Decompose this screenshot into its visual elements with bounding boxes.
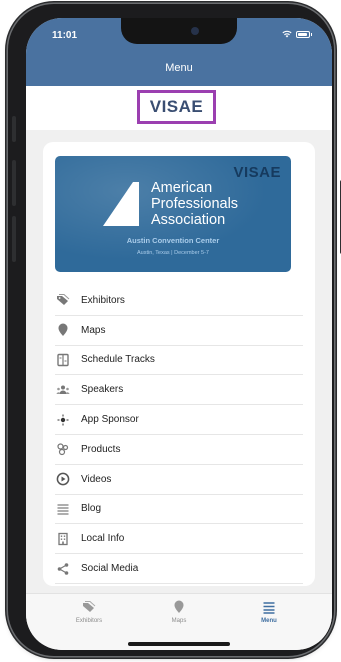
share-icon (55, 562, 71, 576)
page-title: Menu (165, 62, 193, 74)
silent-switch (12, 116, 16, 142)
tab-menu[interactable]: Menu (234, 600, 304, 624)
event-banner[interactable]: VISAE American Professionals Association… (55, 156, 291, 272)
tag-icon (55, 293, 71, 307)
tag-icon (54, 600, 124, 616)
battery-icon (296, 30, 312, 38)
menu-item-speakers[interactable]: Speakers (55, 375, 303, 406)
phone-frame: 11:01 Menu VISAE VISAE American Professi… (8, 4, 341, 656)
tab-exhibitors[interactable]: Exhibitors (54, 600, 124, 624)
menu-item-schedule-tracks[interactable]: Schedule Tracks (55, 346, 303, 376)
building-icon (55, 532, 71, 546)
tab-label: Maps (171, 618, 187, 624)
menu-item-local-info[interactable]: Local Info (55, 524, 303, 555)
menu-item-label: App Sponsor (81, 414, 139, 426)
tab-bar: Exhibitors Maps Menu (26, 593, 332, 650)
banner-org-name: American Professionals Association (151, 180, 239, 228)
header-bar: 11:01 Menu (26, 18, 332, 86)
menu-card: VISAE American Professionals Association… (43, 142, 315, 586)
menu-item-label: Blog (81, 503, 102, 515)
association-logo-mark (103, 182, 139, 226)
menu-item-label: Exhibitors (81, 294, 125, 306)
menu-list: Exhibitors Maps Schedule Tracks Speakers… (55, 286, 303, 584)
menu-item-label: Speakers (81, 384, 124, 396)
speakers-icon (55, 383, 71, 397)
menu-item-products[interactable]: Products (55, 435, 303, 465)
play-icon (55, 472, 71, 486)
products-icon (55, 442, 71, 456)
status-icons (282, 30, 312, 38)
logo-band: VISAE (26, 86, 332, 130)
home-indicator[interactable] (128, 642, 230, 646)
tab-label: Exhibitors (75, 618, 103, 624)
menu-item-label: Local Info (81, 533, 125, 545)
tab-label: Menu (261, 618, 277, 624)
status-time: 11:01 (52, 30, 78, 41)
schedule-icon (55, 353, 71, 367)
banner-brand-logo: VISAE (233, 164, 281, 181)
logo-highlight-box: VISAE (137, 90, 216, 124)
camera-icon (191, 27, 199, 35)
menu-item-exhibitors[interactable]: Exhibitors (55, 286, 303, 316)
banner-venue: Austin Convention Center (126, 236, 220, 245)
menu-item-label: Videos (81, 473, 112, 485)
list-icon (55, 502, 71, 516)
app-logo: VISAE (149, 97, 204, 116)
menu-item-blog[interactable]: Blog (55, 495, 303, 525)
map-pin-icon (55, 323, 71, 337)
tab-maps[interactable]: Maps (144, 600, 214, 624)
menu-item-label: Products (81, 443, 121, 455)
menu-item-label: Social Media (81, 563, 139, 575)
banner-dates: Austin, Texas | December 5-7 (137, 250, 209, 256)
volume-up-button (12, 160, 16, 206)
menu-icon (234, 600, 304, 616)
volume-down-button (12, 216, 16, 262)
menu-item-label: Maps (81, 324, 106, 336)
sponsor-star-icon (55, 413, 71, 427)
wifi-icon (282, 30, 292, 38)
menu-item-label: Schedule Tracks (81, 354, 155, 366)
map-pin-icon (144, 600, 214, 616)
menu-item-maps[interactable]: Maps (55, 316, 303, 346)
menu-item-app-sponsor[interactable]: App Sponsor (55, 405, 303, 435)
menu-item-social-media[interactable]: Social Media (55, 554, 303, 584)
screen: 11:01 Menu VISAE VISAE American Professi… (26, 18, 332, 650)
menu-item-videos[interactable]: Videos (55, 465, 303, 495)
notch (121, 18, 237, 44)
